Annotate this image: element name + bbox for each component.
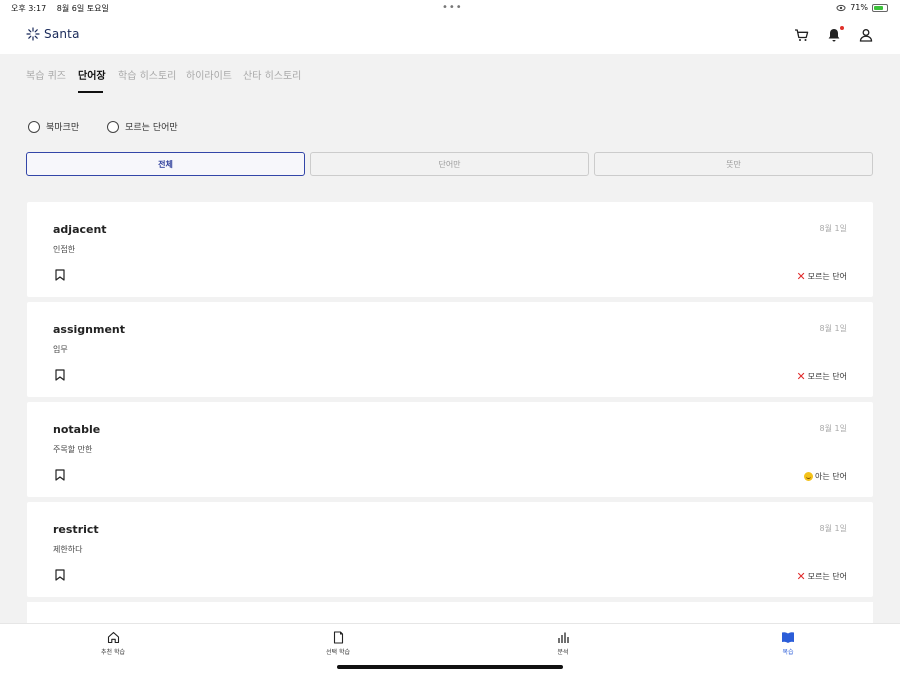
multitask-dots-icon[interactable]: ••• [442,2,463,13]
santa-logo-icon [26,27,40,41]
status-label: 아는 단어 [815,472,847,481]
document-icon [333,631,343,644]
unknown-only-radio[interactable]: 모르는 단어만 [107,120,178,133]
tab-vocabulary[interactable]: 단어장 [78,67,106,82]
x-mark-icon: ✕ [796,369,806,383]
radio-circle[interactable] [28,120,40,133]
word-card[interactable]: restrict 제한하다 8월 1일 ✕ 모르는 단어 [27,502,873,597]
home-indicator[interactable] [337,665,563,669]
word-date: 8월 1일 [819,524,847,533]
bell-icon[interactable] [826,26,844,43]
nav-analysis[interactable]: 분석 [523,631,603,656]
home-icon [107,631,119,644]
user-icon[interactable] [858,27,874,43]
word-date: 8월 1일 [819,324,847,333]
nav-label: 복습 [782,649,794,656]
word-meaning: 임무 [53,345,68,354]
filter-all-button[interactable]: 전체 [26,152,305,176]
word-status-known[interactable]: 아는 단어 [804,471,847,482]
nav-label: 분석 [557,649,569,656]
status-label: 모르는 단어 [807,272,847,281]
nav-label: 선택 학습 [326,649,350,656]
notification-dot [840,26,844,30]
nav-label: 추천 학습 [101,649,125,656]
bookmark-icon[interactable] [55,269,65,281]
nav-review[interactable]: 복습 [748,631,828,656]
bar-chart-icon [557,632,569,643]
book-icon [782,632,794,643]
radio-circle[interactable] [107,120,120,133]
bookmark-only-radio[interactable]: 북마크만 [28,120,79,133]
santa-logo[interactable]: Santa [26,27,80,41]
word-date: 8월 1일 [819,224,847,233]
word-meaning: 인접한 [53,245,76,254]
word-status-unknown[interactable]: ✕ 모르는 단어 [796,571,847,582]
radio-filters: 북마크만 모르는 단어만 [28,120,178,133]
battery-percent: 71% [850,3,868,12]
tab-santa-history[interactable]: 산타 히스토리 [243,67,301,82]
status-bar: 오후 3:17 8월 6일 토요일 ••• 71% [0,0,900,16]
radio-label: 모르는 단어만 [125,123,178,133]
app-header: Santa [0,16,900,54]
orientation-lock-icon [836,4,846,11]
bookmark-icon[interactable] [55,369,65,381]
word-status-unknown[interactable]: ✕ 모르는 단어 [796,271,847,282]
x-mark-icon: ✕ [796,569,806,583]
active-tab-underline [78,91,103,93]
tab-highlight[interactable]: 하이라이트 [186,67,232,82]
word-meaning: 제한하다 [53,545,83,554]
word-status-unknown[interactable]: ✕ 모르는 단어 [796,371,847,382]
radio-label: 북마크만 [46,123,80,133]
logo-text: Santa [44,27,80,41]
bookmark-icon[interactable] [55,569,65,581]
word-text: assignment [53,323,126,336]
word-text: restrict [53,523,99,536]
status-date: 8월 6일 토요일 [56,4,109,13]
status-time: 오후 3:17 [11,4,47,13]
tab-study-history[interactable]: 학습 히스토리 [118,67,176,82]
status-label: 모르는 단어 [807,572,847,581]
word-card[interactable]: adjacent 인접한 8월 1일 ✕ 모르는 단어 [27,202,873,297]
review-tabs: 복습 퀴즈 단어장 학습 히스토리 하이라이트 산타 히스토리 [0,54,900,94]
smile-emoji-icon [804,472,814,481]
word-text: adjacent [53,223,107,236]
cart-icon[interactable] [794,27,810,43]
word-date: 8월 1일 [819,424,847,433]
filter-meaning-only-button[interactable]: 뜻만 [594,152,873,176]
word-text: notable [53,423,101,436]
bookmark-icon[interactable] [55,469,65,481]
tab-review-quiz[interactable]: 복습 퀴즈 [26,67,66,82]
word-meaning: 주목할 만한 [53,445,93,454]
word-card[interactable]: notable 주목할 만한 8월 1일 아는 단어 [27,402,873,497]
status-label: 모르는 단어 [807,372,847,381]
word-card[interactable]: assignment 임무 8월 1일 ✕ 모르는 단어 [27,302,873,397]
battery-icon [872,3,888,12]
x-mark-icon: ✕ [796,269,806,283]
nav-selected-study[interactable]: 선택 학습 [298,631,378,656]
nav-recommended-study[interactable]: 추천 학습 [73,631,153,656]
filter-word-only-button[interactable]: 단어만 [310,152,589,176]
